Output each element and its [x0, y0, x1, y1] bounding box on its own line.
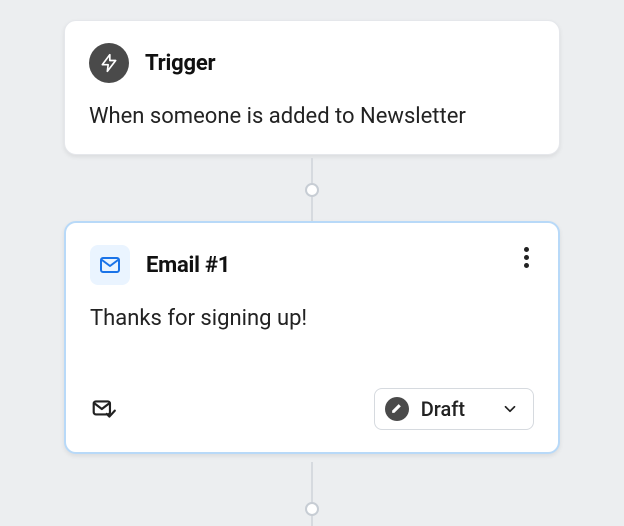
- trigger-card[interactable]: Trigger When someone is added to Newslet…: [64, 20, 560, 155]
- email-header: Email #1: [90, 245, 534, 285]
- trigger-description: When someone is added to Newsletter: [89, 103, 535, 132]
- pencil-icon: [385, 397, 409, 421]
- chevron-down-icon: [501, 400, 519, 418]
- workflow-canvas[interactable]: Trigger When someone is added to Newslet…: [0, 0, 624, 526]
- envelope-icon: [90, 245, 130, 285]
- status-label: Draft: [421, 397, 465, 421]
- email-footer: Draft: [90, 388, 534, 430]
- email-title: Email #1: [146, 253, 230, 278]
- more-vertical-icon[interactable]: [512, 243, 540, 271]
- connector-line-bottom: [311, 462, 313, 526]
- lightning-icon: [89, 43, 129, 83]
- email-card[interactable]: Email #1 Thanks for signing up!: [64, 221, 560, 454]
- envelope-check-icon[interactable]: [90, 395, 118, 423]
- connector-node[interactable]: [305, 183, 319, 197]
- connector-node-bottom[interactable]: [305, 502, 319, 516]
- status-dropdown[interactable]: Draft: [374, 388, 534, 430]
- email-subject: Thanks for signing up!: [90, 305, 534, 334]
- trigger-title: Trigger: [145, 51, 215, 76]
- trigger-header: Trigger: [89, 43, 535, 83]
